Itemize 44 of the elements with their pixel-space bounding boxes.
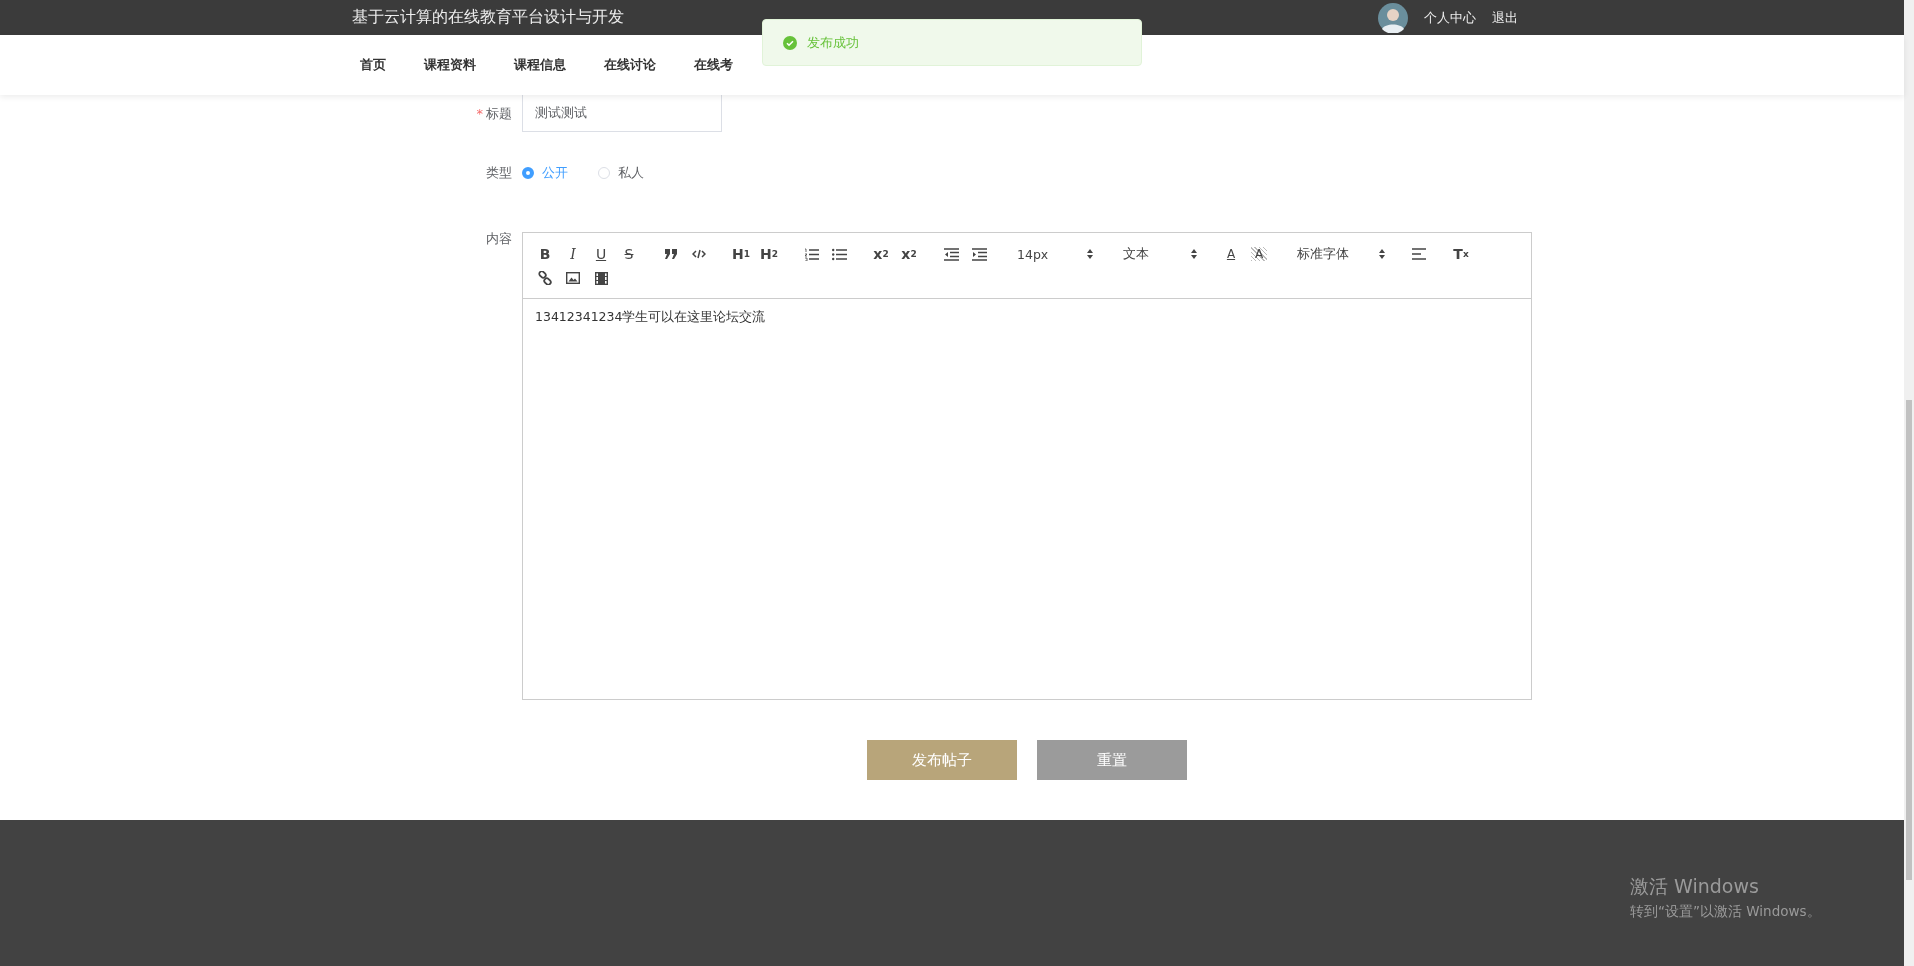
strikethrough-button[interactable]: S [615,243,643,265]
underline-button[interactable]: U [587,243,615,265]
indent-icon [971,247,987,261]
site-title: 基于云计算的在线教育平台设计与开发 [352,7,624,28]
scrollbar[interactable] [1904,0,1914,966]
header-link[interactable]: 个人中心 [1424,8,1476,27]
activation-hint: 转到“设置”以激活 Windows。 [1630,903,1821,921]
dropdown-select[interactable]: 14px [1007,243,1099,265]
field-label: * 标题 [475,105,512,123]
bold-button[interactable]: B [531,243,559,265]
avatar-icon[interactable] [1378,2,1408,33]
required-asterisk: * [476,106,483,121]
outdent-icon [943,247,959,261]
header-link[interactable]: 退出 [1492,8,1518,27]
sort-arrows-icon [1087,249,1093,259]
nav-link[interactable]: 在线讨论 [604,56,656,74]
link-icon [538,271,552,285]
nav-link[interactable]: 首页 [360,56,386,74]
radio-option[interactable]: 私人 [598,163,644,182]
nav-link[interactable]: 在线考 [694,56,733,74]
dropdown-select[interactable]: 标准字体 [1287,243,1391,265]
title-input[interactable]: 测试测试 [522,95,722,132]
sort-arrows-icon [1379,249,1385,259]
image-icon [566,272,580,284]
editor-content[interactable]: 13412341234学生可以在这里论坛交流 [523,299,1531,699]
quote-icon [664,248,678,260]
activation-title: 激活 Windows [1630,874,1760,899]
nav-link[interactable]: 课程资料 [424,56,476,74]
film-icon [594,271,608,285]
font-color-button[interactable]: A [1217,243,1245,265]
check-circle-icon [783,35,797,50]
align-left-icon [1412,248,1426,260]
sort-arrows-icon [1191,249,1197,259]
background-color-button[interactable]: A [1251,247,1267,261]
nav-link[interactable]: 课程信息 [514,56,566,74]
format-button[interactable]: x$^{2}$ [895,243,923,265]
toast-message: 发布成功 [807,33,859,52]
italic-button[interactable]: I [559,243,587,265]
code-icon [692,248,706,260]
field-label: 类型 [485,164,512,182]
dropdown-select[interactable]: 文本 [1113,243,1203,265]
bullet-list-icon [831,247,847,261]
field-label: 内容 [485,230,512,248]
numbered-list-icon [803,247,819,261]
